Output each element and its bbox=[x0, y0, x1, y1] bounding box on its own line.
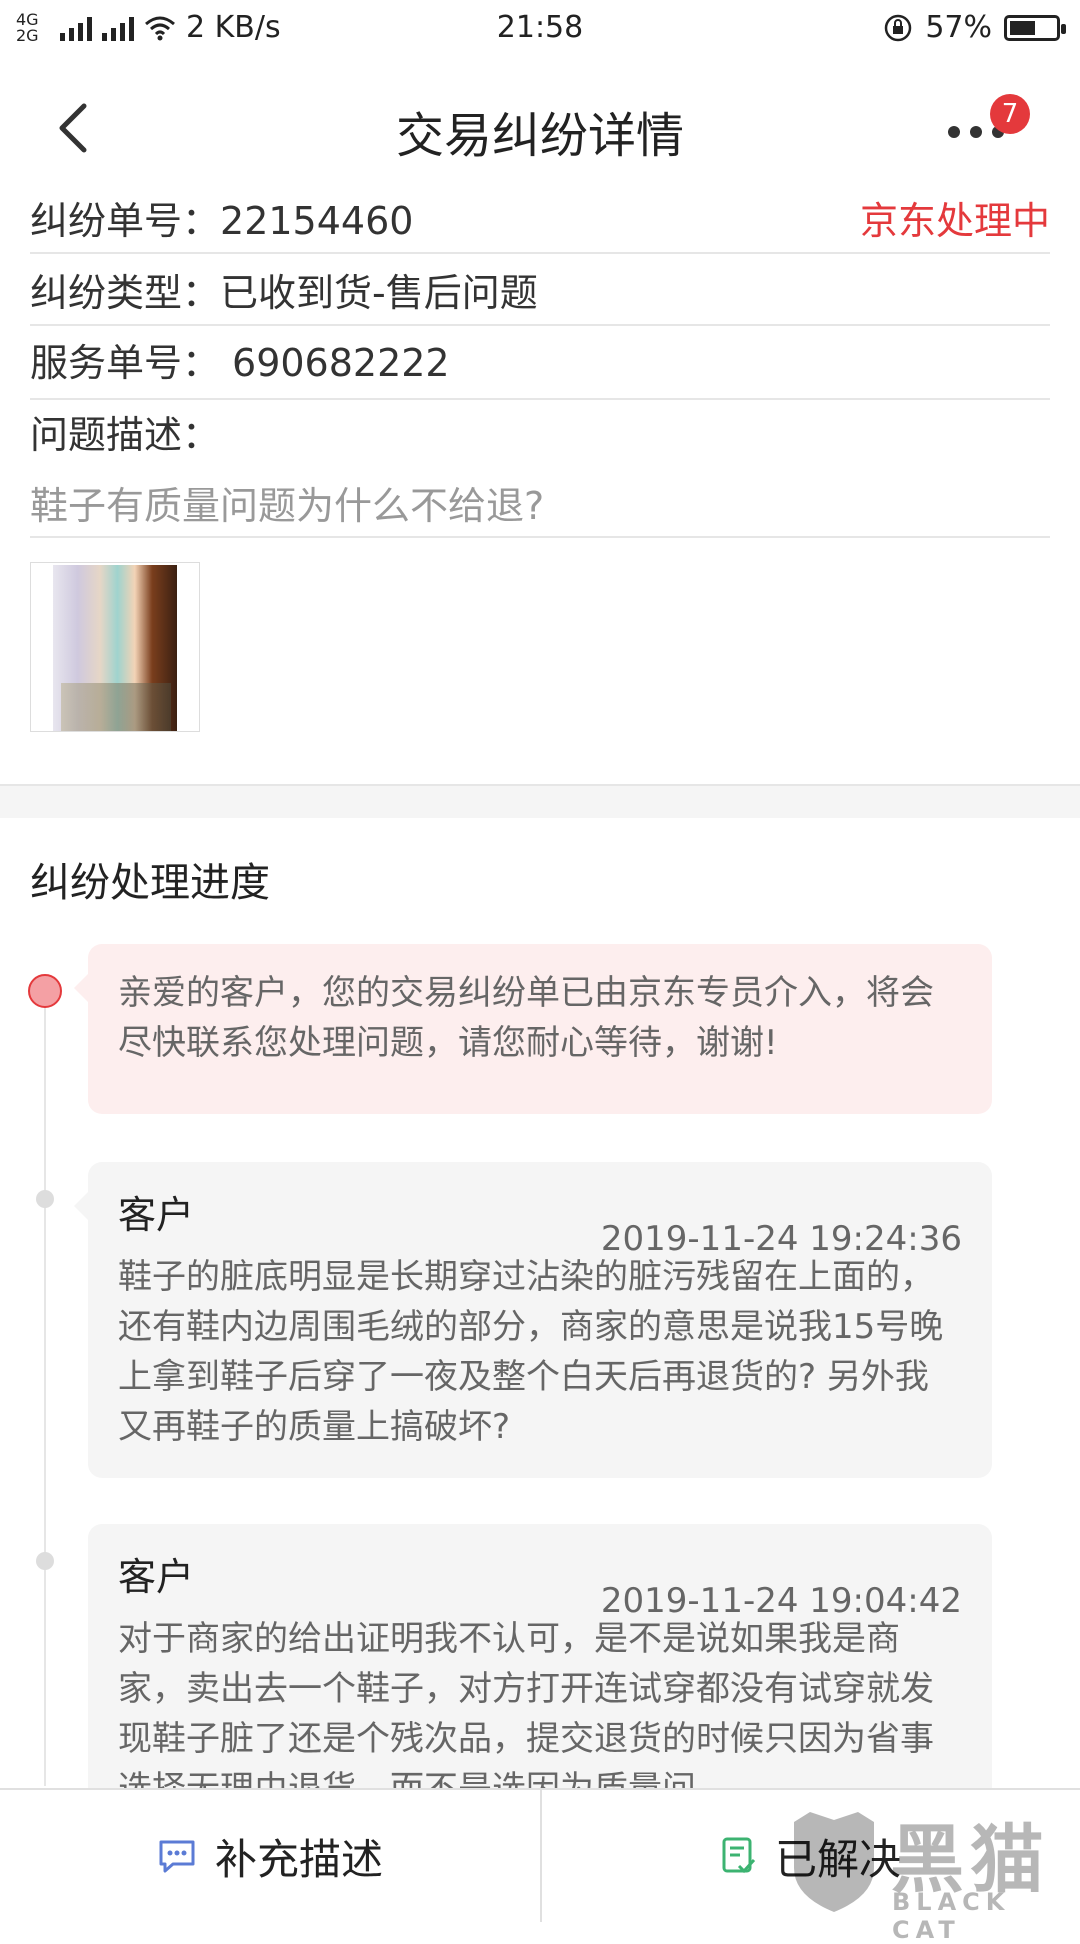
dispute-status: 京东处理中 bbox=[859, 199, 1050, 243]
resolved-button[interactable]: 已解决 bbox=[542, 1790, 1080, 1922]
description-label: 问题描述： bbox=[30, 413, 221, 457]
message-time: 2019-11-24 19:04:42 bbox=[600, 1581, 962, 1621]
shoe-photo-shadow bbox=[61, 683, 171, 731]
title-bar: 交易纠纷详情 7 bbox=[0, 56, 1080, 196]
timeline-line bbox=[44, 996, 46, 1786]
description-row: 问题描述： 鞋子有质量问题为什么不给退? bbox=[30, 404, 1050, 538]
notification-badge: 7 bbox=[990, 94, 1030, 134]
timeline-dot bbox=[36, 1552, 54, 1570]
battery-icon bbox=[1004, 14, 1066, 41]
system-message-bubble: 亲爱的客户，您的交易纠纷单已由京东专员介入，将会尽快联系您处理问题，请您耐心等待… bbox=[74, 944, 992, 1114]
service-number-label: 服务单号： bbox=[30, 341, 221, 385]
more-button[interactable]: 7 bbox=[940, 94, 1030, 164]
description-text: 鞋子有质量问题为什么不给退? bbox=[30, 484, 545, 528]
more-dot bbox=[970, 126, 982, 138]
chat-bubble-icon bbox=[159, 1840, 195, 1873]
more-dots-icon bbox=[948, 126, 960, 138]
attachment-thumbnail[interactable] bbox=[30, 562, 200, 732]
bubble-arrow bbox=[74, 1192, 88, 1220]
dispute-number-row: 纠纷单号：22154460 京东处理中 bbox=[30, 190, 1050, 254]
section-separator bbox=[0, 784, 1080, 818]
service-number-value: 690682222 bbox=[232, 341, 450, 385]
resolved-label: 已解决 bbox=[774, 1834, 901, 1884]
status-bar: 4G 2G 2 KB/s 21:58 57% bbox=[0, 0, 1080, 56]
status-right: 57% bbox=[883, 10, 1066, 45]
message-time: 2019-11-24 19:24:36 bbox=[600, 1219, 962, 1259]
bottom-action-bar: 补充描述 已解决 bbox=[0, 1788, 1080, 1922]
supplement-button[interactable]: 补充描述 bbox=[0, 1790, 540, 1922]
message-text: 对于商家的给出证明我不认可，是不是说如果我是商家，卖出去一个鞋子，对方打开连试穿… bbox=[118, 1619, 934, 1809]
timeline-current-dot bbox=[28, 974, 62, 1008]
battery-percent: 57% bbox=[925, 10, 992, 45]
progress-title: 纠纷处理进度 bbox=[30, 860, 270, 906]
document-check-icon bbox=[722, 1837, 756, 1874]
page-title: 交易纠纷详情 bbox=[395, 108, 684, 164]
timeline-dot bbox=[36, 1190, 54, 1208]
rotation-lock-icon bbox=[885, 14, 912, 41]
dispute-type-value: 已收到货-售后问题 bbox=[220, 271, 538, 315]
bubble-arrow bbox=[74, 974, 88, 1002]
message-bubble: 客户 2019-11-24 19:04:42 对于商家的给出证明我不认可，是不是… bbox=[88, 1524, 992, 1824]
system-message-text: 亲爱的客户，您的交易纠纷单已由京东专员介入，将会尽快联系您处理问题，请您耐心等待… bbox=[118, 973, 934, 1063]
dispute-type-label: 纠纷类型： bbox=[30, 271, 221, 315]
dispute-type-row: 纠纷类型：已收到货-售后问题 bbox=[30, 262, 1050, 326]
dispute-number-value: 22154460 bbox=[220, 199, 414, 243]
message-text: 鞋子的脏底明显是长期穿过沾染的脏污残留在上面的，还有鞋内边周围毛绒的部分，商家的… bbox=[118, 1257, 944, 1447]
dispute-number-label: 纠纷单号： bbox=[30, 199, 221, 243]
service-number-row: 服务单号： 690682222 bbox=[30, 332, 1050, 400]
supplement-label: 补充描述 bbox=[214, 1834, 383, 1884]
message-bubble: 客户 2019-11-24 19:24:36 鞋子的脏底明显是长期穿过沾染的脏污… bbox=[74, 1162, 992, 1478]
